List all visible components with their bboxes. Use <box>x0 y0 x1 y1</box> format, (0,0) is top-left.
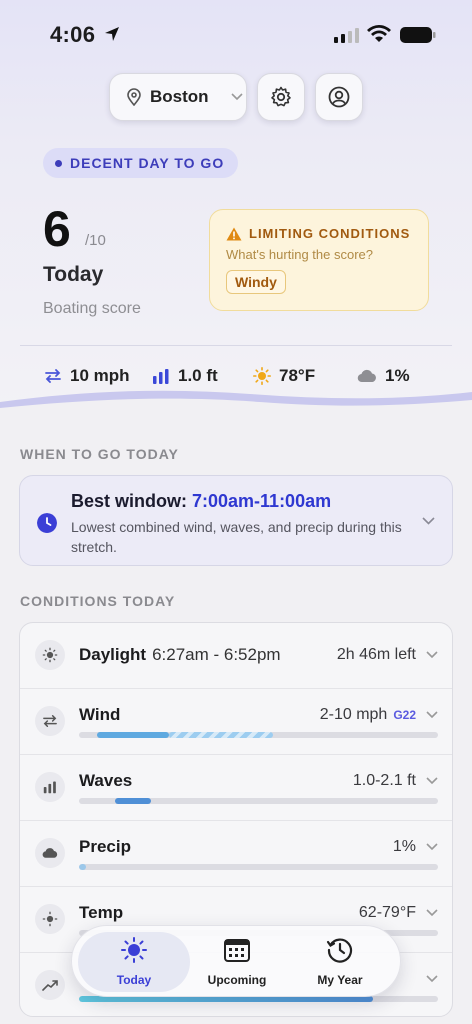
precip-range-bar <box>79 864 438 870</box>
cellular-signal-icon <box>334 28 359 43</box>
wind-label: Wind <box>79 705 121 724</box>
precip-label: Precip <box>79 837 131 856</box>
tab-my-year[interactable]: My Year <box>290 936 390 987</box>
calendar-icon <box>224 939 250 962</box>
tab-today[interactable]: Today <box>84 936 184 987</box>
sun-icon <box>35 640 65 670</box>
tab-today-label: Today <box>116 973 152 987</box>
precip-value: 1% <box>392 838 416 855</box>
temp-label: Temp <box>79 903 124 922</box>
chevron-down-icon[interactable] <box>426 843 438 851</box>
stat-temp: 78°F <box>253 366 315 386</box>
best-window-time: 7:00am-11:00am <box>192 491 332 511</box>
daylight-label: Daylight <box>79 645 147 664</box>
waves-icon <box>35 772 65 802</box>
stat-temp-value: 78°F <box>279 366 316 385</box>
chevron-down-icon[interactable] <box>422 517 435 525</box>
stat-wind-value: 10 mph <box>70 366 130 385</box>
stat-waves-value: 1.0 ft <box>178 366 218 385</box>
user-icon <box>328 86 350 108</box>
score-max: /10 <box>85 232 106 249</box>
best-window-description: Lowest combined wind, waves, and precip … <box>71 519 402 555</box>
condition-row-daylight[interactable]: Daylight 6:27am - 6:52pm 2h 46m left <box>20 623 452 689</box>
clock-icon <box>37 513 57 533</box>
trend-icon <box>35 970 65 1000</box>
city-name: Boston <box>150 87 209 106</box>
wind-fill <box>96 732 169 738</box>
when-to-go-title: WHEN TO GO TODAY <box>20 446 179 462</box>
wind-icon <box>35 706 65 736</box>
stat-waves: 1.0 ft <box>152 366 218 386</box>
city-selector-button[interactable]: Boston <box>109 73 247 121</box>
limiting-subtitle: What's hurting the score? <box>226 247 373 262</box>
chevron-down-icon[interactable] <box>426 975 438 983</box>
waves-label: Waves <box>79 771 133 790</box>
status-bar: 4:06 <box>0 0 472 70</box>
daylight-remaining: 2h 46m left <box>336 646 416 663</box>
wind-range: 2-10 mph <box>319 706 388 723</box>
limiting-conditions-card[interactable]: LIMITING CONDITIONS What's hurting the s… <box>209 209 429 311</box>
boating-score: 6 <box>43 201 71 257</box>
wind-value-group: 2-10 mph G22 <box>320 706 416 724</box>
profile-button[interactable] <box>315 73 363 121</box>
tab-bar: Today Upcoming My Year <box>71 925 401 997</box>
condition-row-wind[interactable]: Wind 2-10 mph G22 <box>20 689 452 755</box>
settings-button[interactable] <box>257 73 305 121</box>
best-window-label: Best window: <box>71 491 192 511</box>
sun-icon <box>121 937 147 963</box>
stat-wind: 10 mph <box>44 366 130 386</box>
daylight-hours: 6:27am - 6:52pm <box>152 645 281 664</box>
sun-icon <box>253 367 271 385</box>
badge-dot <box>55 159 62 167</box>
location-arrow-icon <box>105 27 119 41</box>
best-window-title: Best window: 7:00am-11:00am <box>71 491 331 512</box>
condition-row-precip[interactable]: Precip 1% <box>20 821 452 887</box>
wind-gust-fill <box>168 732 273 738</box>
wind-gust: G22 <box>393 708 416 722</box>
waves-range-bar <box>79 798 438 804</box>
waves-value: 1.0-2.1 ft <box>352 772 416 789</box>
stat-precip-value: 1% <box>385 366 410 385</box>
stat-precip: 1% <box>357 366 410 386</box>
conditions-title: CONDITIONS TODAY <box>20 593 176 609</box>
chevron-down-icon[interactable] <box>426 711 438 719</box>
tab-my-year-label: My Year <box>317 973 363 987</box>
wind-arrows-icon <box>45 369 61 383</box>
map-pin-icon <box>127 88 141 106</box>
divider <box>20 345 452 346</box>
waves-fill <box>114 798 151 804</box>
badge-text: DECENT DAY TO GO <box>70 155 225 171</box>
precip-fill <box>79 864 87 870</box>
tab-upcoming-label: Upcoming <box>207 973 267 987</box>
chevron-down-icon[interactable] <box>426 651 438 659</box>
chevron-down-icon[interactable] <box>426 777 438 785</box>
thermo-icon <box>35 904 65 934</box>
history-icon <box>326 938 353 963</box>
chevron-down-icon[interactable] <box>426 909 438 917</box>
verdict-badge: DECENT DAY TO GO <box>43 148 239 178</box>
battery-icon <box>400 27 436 43</box>
gear-icon <box>271 86 291 107</box>
condition-row-waves[interactable]: Waves 1.0-2.1 ft <box>20 755 452 821</box>
score-caption: Boating score <box>43 300 141 317</box>
status-time: 4:06 <box>50 22 96 47</box>
tab-upcoming[interactable]: Upcoming <box>187 936 287 987</box>
wind-range-bar <box>79 732 438 738</box>
warning-icon <box>226 227 242 240</box>
best-window-card[interactable]: Best window: 7:00am-11:00am Lowest combi… <box>19 475 453 566</box>
cloud-icon <box>357 369 376 383</box>
limiting-tag: Windy <box>226 270 286 294</box>
wifi-icon <box>367 25 391 42</box>
temp-value: 62-79°F <box>358 904 416 921</box>
quick-stats: 10 mph 1.0 ft 78°F 1% <box>0 366 472 390</box>
bar-chart-icon <box>153 369 169 384</box>
condition-label-daylight: Daylight 6:27am - 6:52pm <box>79 645 281 665</box>
chevron-down-icon <box>230 93 243 101</box>
day-label: Today <box>43 263 104 286</box>
cloud-icon <box>35 838 65 868</box>
limiting-title: LIMITING CONDITIONS <box>249 226 411 241</box>
